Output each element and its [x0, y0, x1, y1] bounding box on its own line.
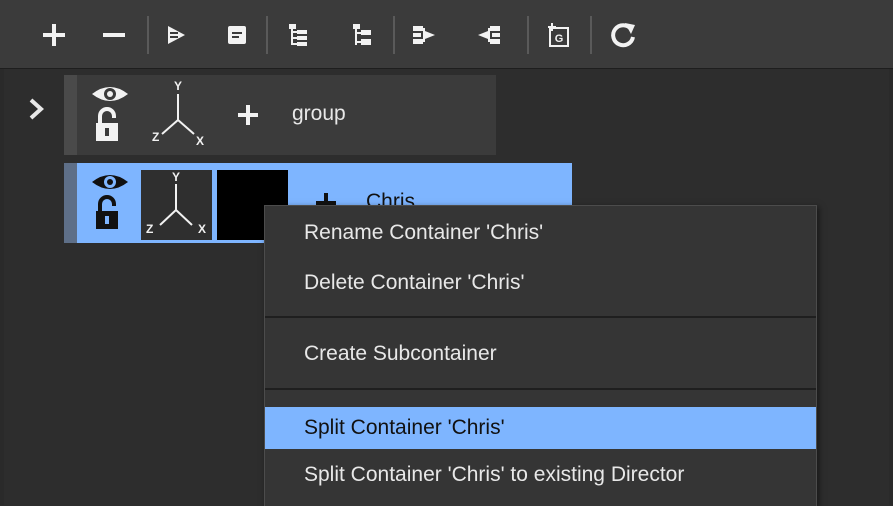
menu-divider — [265, 388, 816, 390]
axis-z-label: Z — [146, 222, 154, 236]
drag-handle[interactable] — [64, 75, 77, 155]
toolbar: G — [0, 0, 893, 69]
drag-handle[interactable] — [64, 163, 77, 243]
axis-y-label: Y — [172, 170, 181, 184]
tree-item-label: group — [292, 102, 346, 125]
axis-x-label: X — [196, 134, 205, 148]
toolbar-divider — [393, 16, 395, 54]
menu-item-create-subcontainer[interactable]: Create Subcontainer — [265, 333, 816, 375]
add-child-icon[interactable] — [236, 103, 260, 132]
toolbar-divider — [527, 16, 529, 54]
visibility-toggle[interactable] — [88, 80, 132, 146]
visibility-toggle[interactable] — [88, 168, 132, 234]
menu-item-split-container[interactable]: Split Container 'Chris' — [265, 407, 816, 449]
eye-icon — [92, 175, 128, 189]
merge-left-icon[interactable] — [474, 14, 504, 56]
plus-icon[interactable] — [36, 14, 72, 56]
play-icon[interactable] — [161, 14, 191, 56]
tree-expand-icon[interactable] — [283, 14, 313, 56]
chevron-right-icon[interactable] — [26, 96, 48, 122]
lock-open-icon — [96, 107, 118, 141]
note-icon[interactable] — [222, 14, 252, 56]
toolbar-divider — [590, 16, 592, 54]
toolbar-divider — [266, 16, 268, 54]
axis-z-label: Z — [152, 130, 160, 144]
axis-gizmo-icon: Y Z X — [148, 79, 210, 148]
refresh-icon[interactable] — [606, 14, 640, 56]
scene-tree-panel: G Y Z X group Y Z X Chris Rename Contain… — [0, 0, 893, 506]
axis-y-label: Y — [174, 79, 183, 93]
svg-text:G: G — [555, 33, 564, 45]
axis-x-label: X — [198, 222, 207, 236]
toolbar-divider — [147, 16, 149, 54]
merge-right-icon[interactable] — [409, 14, 439, 56]
axis-gizmo-icon: Y Z X — [141, 170, 212, 240]
context-menu: Rename Container 'Chris' Delete Containe… — [264, 205, 817, 506]
menu-item-rename[interactable]: Rename Container 'Chris' — [265, 212, 816, 254]
menu-divider — [265, 316, 816, 318]
minus-icon[interactable] — [96, 14, 132, 56]
eye-icon — [92, 87, 128, 101]
menu-item-split-to-director[interactable]: Split Container 'Chris' to existing Dire… — [265, 454, 816, 496]
menu-item-delete[interactable]: Delete Container 'Chris' — [265, 262, 816, 304]
tree-collapse-icon[interactable] — [347, 14, 377, 56]
add-geometry-icon[interactable]: G — [541, 14, 575, 56]
lock-open-icon — [96, 195, 118, 229]
